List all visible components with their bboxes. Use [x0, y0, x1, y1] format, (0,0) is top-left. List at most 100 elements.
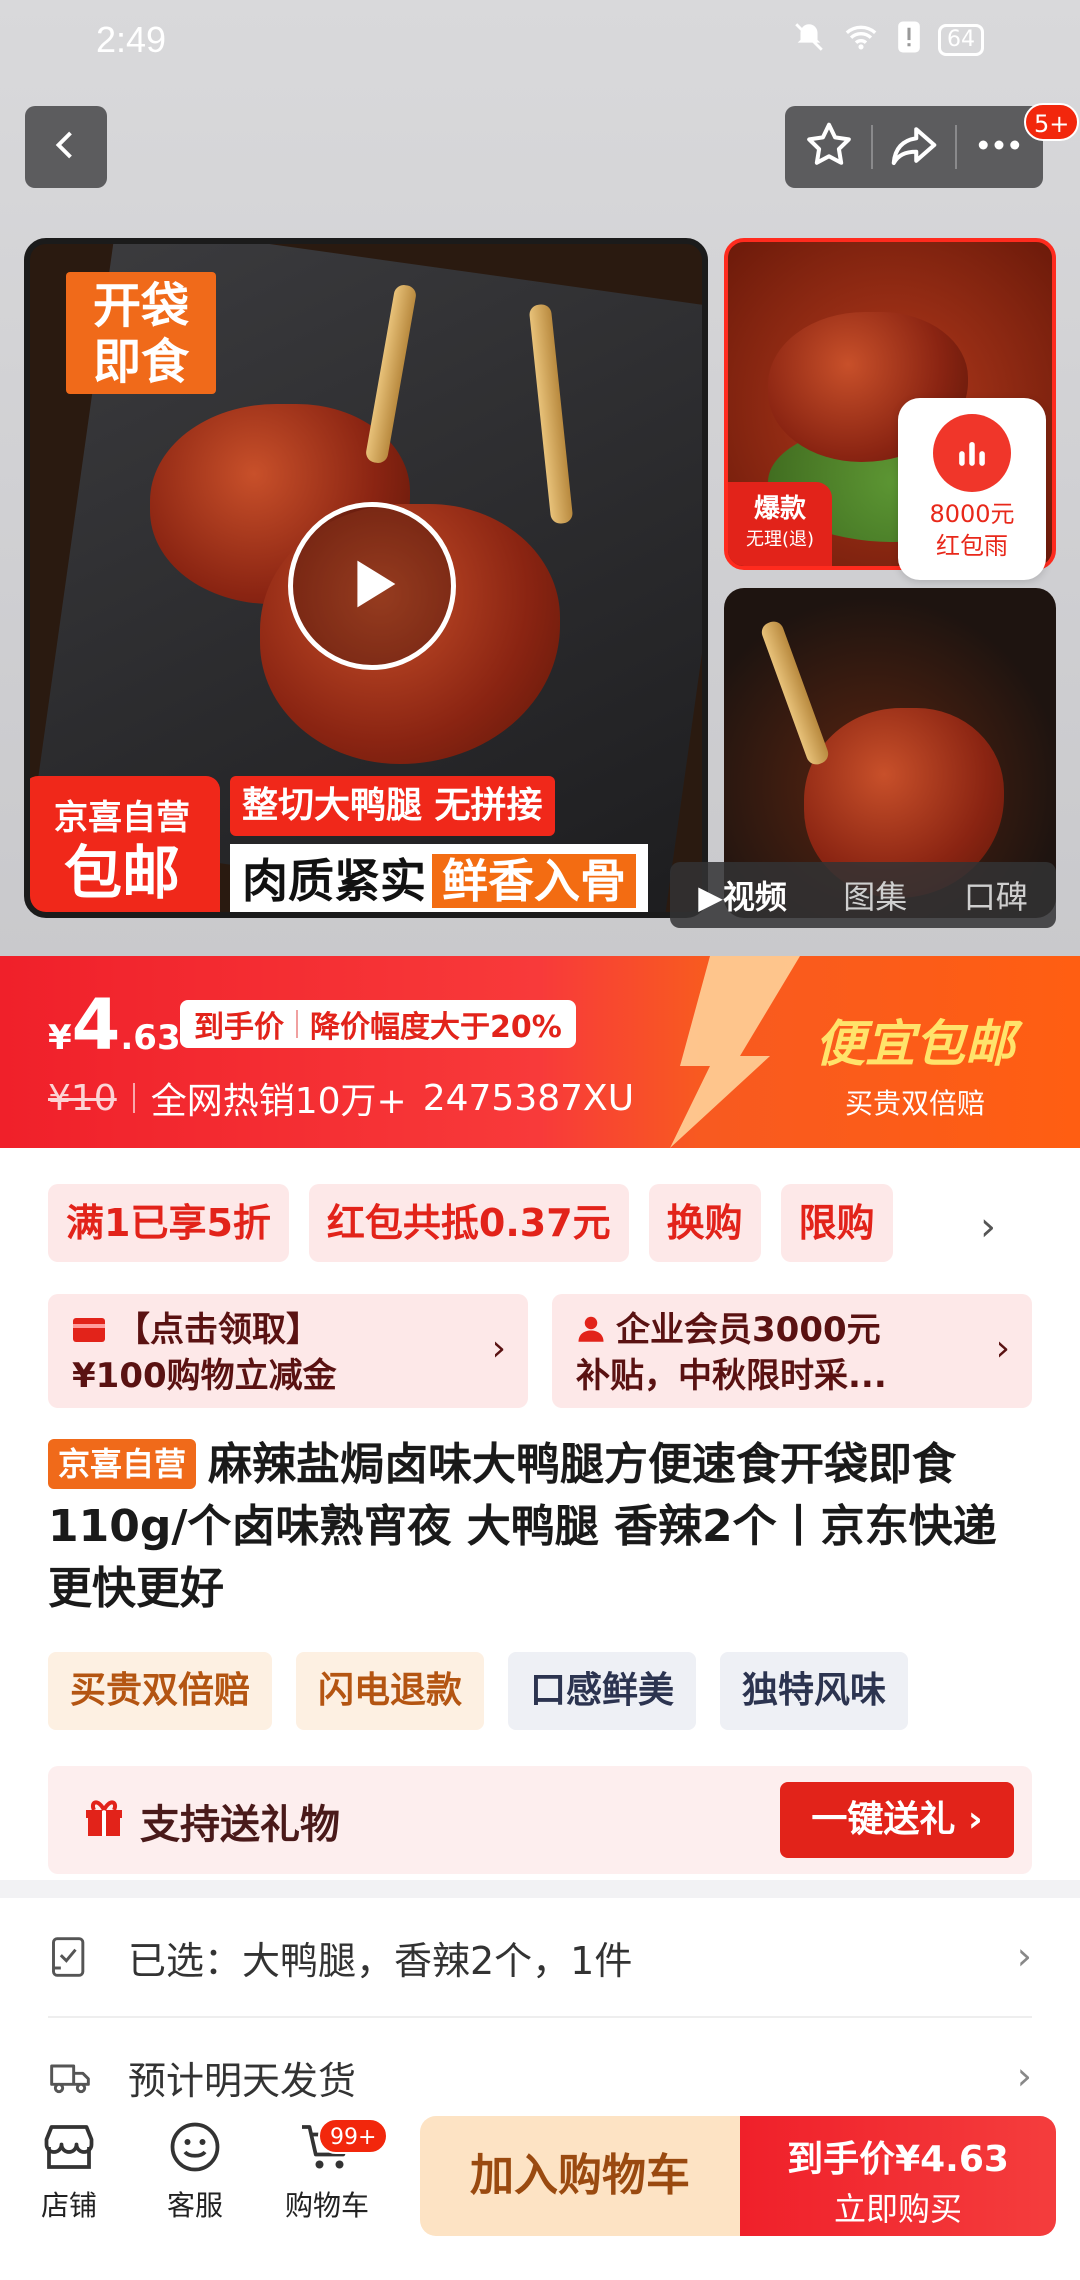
buy-now-price: 到手价¥4.63	[787, 2139, 1009, 2180]
promo-chip[interactable]: 满1已享5折	[48, 1184, 289, 1262]
hot-tag-label: 爆款	[753, 494, 806, 524]
hot-tag: 爆款 无理(退)	[728, 482, 832, 566]
discount-tag: 降价幅度大于20%	[310, 1010, 562, 1045]
price-yen: ¥	[48, 1018, 72, 1058]
play-icon	[337, 549, 407, 623]
chevron-right-icon: ›	[1016, 1934, 1032, 1978]
store-icon	[14, 2110, 124, 2184]
subsidy-line2: 补贴，中秋限时采...	[576, 1355, 887, 1396]
customer-service-button[interactable]: 客服	[140, 2110, 250, 2224]
selected-spec-row[interactable]: 已选：大鸭腿，香辣2个，1件 ›	[48, 1898, 1032, 2016]
send-gift-button[interactable]: 一键送礼 ›	[780, 1782, 1014, 1858]
checklist-icon	[48, 1935, 92, 1979]
current-price: ¥ 4 .63	[48, 990, 181, 1060]
delivery-truck-icon	[48, 2055, 92, 2099]
bone-graphic	[759, 618, 831, 768]
cheap-shipping-title: 便宜包邮	[815, 1015, 1015, 1073]
chevron-right-icon[interactable]: ›	[980, 1204, 996, 1250]
media-tabs: ▶视频 图集 口碑	[670, 862, 1056, 928]
meat-highlight: 鲜香入骨	[432, 854, 636, 908]
buy-now-button[interactable]: 到手价¥4.63 立即购买	[740, 2116, 1056, 2236]
red-envelope-icon	[933, 414, 1011, 492]
store-label: 店铺	[40, 2189, 97, 2222]
favorite-star-icon[interactable]	[802, 118, 856, 176]
cheap-shipping-badge[interactable]: 便宜包邮 买贵双倍赔	[790, 1004, 1040, 1122]
feature-tag[interactable]: 口感鲜美	[508, 1652, 697, 1730]
gift-icon	[80, 1792, 128, 1850]
red-envelope-rain-widget[interactable]: 8000元 红包雨	[898, 398, 1046, 580]
chevron-left-icon	[48, 127, 84, 167]
service-icon	[140, 2110, 250, 2184]
status-time: 2:49	[96, 19, 167, 60]
share-icon[interactable]	[887, 118, 941, 176]
promo-chip[interactable]: 红包共抵0.37元	[308, 1184, 629, 1262]
feature-tag[interactable]: 买贵双倍赔	[48, 1652, 273, 1730]
lightning-bolt-icon	[670, 956, 800, 1148]
divider	[296, 1010, 298, 1038]
chevron-right-icon: ›	[1016, 2054, 1032, 2098]
redrain-label: 红包雨	[936, 532, 1008, 560]
wifi-icon	[842, 20, 880, 61]
product-title-block: 京喜自营 麻辣盐焗卤味大鸭腿方便速食开袋即食110g/个卤味熟宵夜 大鸭腿 香辣2…	[48, 1434, 1038, 1620]
price-decimal: .63	[120, 1018, 181, 1058]
ready-to-eat-tag: 开袋 即食	[66, 272, 216, 394]
store-tag: 京喜自营	[48, 1439, 197, 1489]
meat-text: 肉质紧实	[242, 854, 426, 908]
sim-alert-icon	[896, 20, 922, 61]
status-icons: 64	[792, 20, 984, 61]
jx-line2: 包邮	[63, 839, 180, 907]
play-video-button[interactable]	[288, 502, 456, 670]
product-info: 满1已享5折 红包共抵0.37元 换购 限购 › 【点击领取】 ¥100购物立减…	[0, 1148, 1080, 1880]
coupon-line1: 【点击领取】	[116, 1310, 320, 1350]
divider	[955, 125, 958, 169]
subsidy-line1: 企业会员3000元	[616, 1310, 881, 1350]
cut-text: 整切大鸭腿 无拼接	[230, 776, 555, 836]
promo-chips: 满1已享5折 红包共抵0.37元 换购 限购	[48, 1184, 893, 1262]
chevron-right-icon: ›	[995, 1328, 1010, 1369]
add-to-cart-button[interactable]: 加入购物车	[420, 2116, 740, 2236]
battery-icon: 64	[938, 24, 984, 56]
redrain-amount: 8000元	[929, 500, 1015, 528]
final-price-tag: 到手价	[194, 1010, 284, 1045]
user-icon	[576, 1310, 606, 1354]
status-bar: 2:49 64	[0, 0, 1080, 80]
price-banner: ¥ 4 .63 到手价 降价幅度大于20% ¥10 全网热销10万+ 24753…	[0, 956, 1080, 1148]
divider	[132, 1083, 135, 1113]
gift-label: 支持送礼物	[140, 1802, 340, 1848]
tab-video[interactable]: ▶视频	[698, 872, 787, 918]
feature-tags: 买贵双倍赔 闪电退款 口感鲜美 独特风味	[48, 1652, 909, 1730]
buy-now-label: 立即购买	[833, 2190, 962, 2228]
original-price: ¥10	[48, 1077, 117, 1119]
coupon-line2: ¥100购物立减金	[72, 1355, 337, 1396]
mute-icon	[792, 20, 826, 61]
gift-row: 支持送礼物 一键送礼 ›	[48, 1766, 1032, 1874]
tab-gallery[interactable]: 图集	[843, 872, 907, 918]
product-code: 2475387XU	[422, 1077, 635, 1119]
main-product-image[interactable]: 开袋 即食 京喜自营 包邮 整切大鸭腿 无拼接 肉质紧实 鲜香入骨	[24, 238, 708, 918]
cart-badge: 99+	[318, 2118, 389, 2154]
back-button[interactable]	[25, 106, 107, 188]
feature-tag[interactable]: 独特风味	[720, 1652, 909, 1730]
promo-chip[interactable]: 限购	[780, 1184, 893, 1262]
jx-promo-box: 京喜自营 包邮	[30, 776, 220, 912]
cart-label: 购物车	[284, 2189, 369, 2222]
cheap-shipping-sub: 买贵双倍赔	[844, 1087, 985, 1120]
enterprise-subsidy[interactable]: 企业会员3000元 补贴，中秋限时采... ›	[552, 1294, 1032, 1408]
store-button[interactable]: 店铺	[14, 2110, 124, 2224]
service-label: 客服	[166, 2189, 223, 2222]
more-icon[interactable]	[972, 118, 1026, 176]
header-actions	[785, 106, 1043, 188]
meat-text-box: 肉质紧实 鲜香入骨	[230, 844, 648, 912]
feature-tag[interactable]: 闪电退款	[296, 1652, 485, 1730]
promo-chip[interactable]: 换购	[648, 1184, 761, 1262]
hot-tag-sub: 无理(退)	[745, 529, 815, 550]
tab-reviews[interactable]: 口碑	[964, 872, 1028, 918]
price-tags: 到手价 降价幅度大于20%	[180, 1000, 576, 1048]
message-badge: 5+	[1024, 103, 1080, 141]
selected-spec-text: 已选：大鸭腿，香辣2个，1件	[128, 1938, 633, 1983]
price-row-secondary: ¥10 全网热销10万+ 2475387XU	[48, 1072, 634, 1124]
coupon-claim[interactable]: 【点击领取】 ¥100购物立减金 ›	[48, 1294, 528, 1408]
divider	[870, 125, 873, 169]
sales-text: 全网热销10万+	[150, 1081, 407, 1122]
shipping-text: 预计明天发货	[128, 2058, 357, 2103]
